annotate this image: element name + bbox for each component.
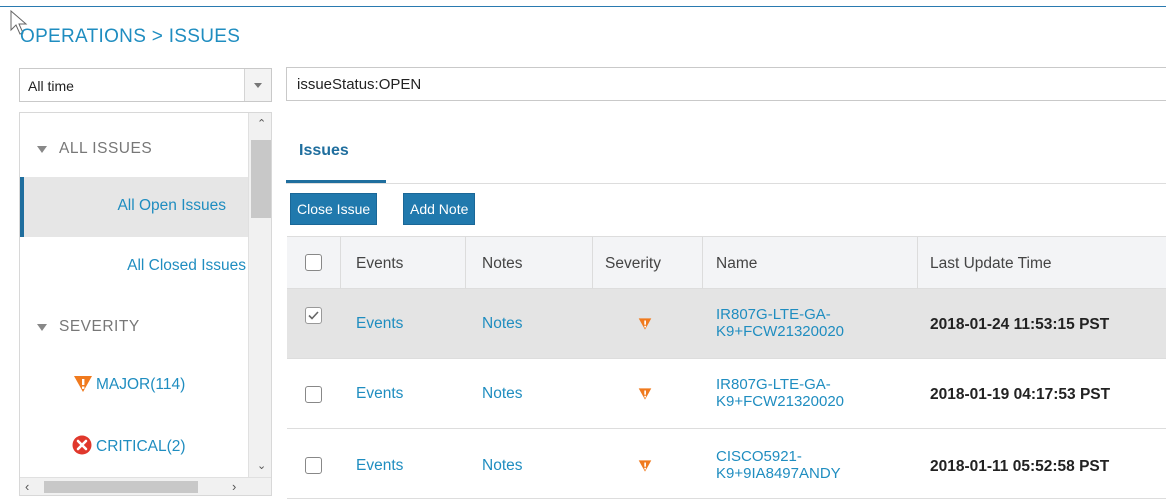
severity-group-toggle[interactable]: SEVERITY (20, 297, 248, 357)
time-range-dropdown-button[interactable] (244, 69, 271, 101)
column-separator (592, 237, 593, 290)
major-severity-icon (74, 376, 92, 392)
tab-divider (286, 183, 1166, 184)
events-link[interactable]: Events (356, 315, 403, 333)
top-border (0, 6, 1166, 7)
scroll-down-icon[interactable]: ⌄ (257, 459, 266, 472)
device-name-line2: K9+9IA8497ANDY (716, 465, 841, 482)
events-column-header[interactable]: Events (356, 255, 403, 273)
table-row[interactable]: Events Notes IR807G-LTE-GA- K9+FCW213200… (287, 359, 1166, 429)
vertical-scroll-thumb[interactable] (251, 140, 271, 218)
device-name-link[interactable]: IR807G-LTE-GA- K9+FCW21320020 (716, 376, 844, 410)
notes-link[interactable]: Notes (482, 457, 523, 475)
name-column-header[interactable]: Name (716, 255, 757, 273)
all-issues-heading: ALL ISSUES (59, 140, 153, 157)
events-link[interactable]: Events (356, 385, 403, 403)
last-update-time: 2018-01-24 11:53:15 PST (930, 316, 1110, 333)
severity-column-header[interactable]: Severity (605, 255, 661, 273)
device-name-line1: IR807G-LTE-GA- (716, 306, 831, 323)
sidebar-item-critical[interactable]: CRITICAL(2) (20, 419, 248, 479)
sidebar-item-all-open-issues[interactable]: All Open Issues (20, 177, 248, 237)
scroll-up-icon[interactable]: ⌃ (257, 117, 266, 130)
scroll-left-icon[interactable]: ‹ (25, 479, 29, 494)
breadcrumb: OPERATIONS > ISSUES (20, 26, 241, 47)
notes-link[interactable]: Notes (482, 385, 523, 403)
device-name-line1: IR807G-LTE-GA- (716, 376, 831, 393)
collapse-triangle-icon (37, 324, 47, 331)
critical-severity-icon (72, 435, 92, 455)
column-separator (465, 237, 466, 290)
horizontal-scroll-thumb[interactable] (44, 481, 198, 493)
critical-label: CRITICAL(2) (96, 438, 186, 455)
select-all-checkbox[interactable] (305, 254, 322, 271)
severity-heading: SEVERITY (59, 318, 140, 335)
column-separator (702, 237, 703, 290)
major-severity-icon (638, 460, 652, 472)
search-query-input[interactable]: issueStatus:OPEN (286, 67, 1166, 101)
all-open-issues-label: All Open Issues (117, 197, 226, 214)
major-label: MAJOR(114) (96, 376, 186, 393)
row-checkbox-checked[interactable] (305, 307, 322, 324)
all-issues-group-toggle[interactable]: ALL ISSUES (20, 119, 248, 179)
issues-sidebar: ALL ISSUES All Open Issues All Closed Is… (19, 112, 272, 496)
device-name-link[interactable]: CISCO5921- K9+9IA8497ANDY (716, 448, 841, 482)
table-row[interactable]: Events Notes CISCO5921- K9+9IA8497ANDY 2… (287, 429, 1166, 499)
column-separator (917, 237, 918, 290)
sidebar-item-all-closed-issues[interactable]: All Closed Issues (20, 237, 248, 297)
row-checkbox[interactable] (305, 386, 322, 403)
all-closed-issues-label: All Closed Issues (127, 257, 246, 274)
last-update-time: 2018-01-19 04:17:53 PST (930, 386, 1111, 403)
collapse-triangle-icon (37, 146, 47, 153)
time-range-select[interactable]: All time (19, 68, 272, 102)
notes-column-header[interactable]: Notes (482, 255, 523, 273)
table-header: Events Notes Severity Name Last Update T… (287, 236, 1166, 290)
tab-issues[interactable]: Issues (286, 130, 386, 184)
events-link[interactable]: Events (356, 457, 403, 475)
table-row[interactable]: Events Notes IR807G-LTE-GA- K9+FCW213200… (287, 289, 1166, 359)
scroll-right-icon[interactable]: › (232, 479, 236, 494)
device-name-line2: K9+FCW21320020 (716, 323, 844, 340)
last-update-column-header[interactable]: Last Update Time (930, 255, 1051, 273)
sidebar-vertical-scrollbar[interactable]: ⌃ ⌄ (248, 113, 271, 477)
device-name-link[interactable]: IR807G-LTE-GA- K9+FCW21320020 (716, 306, 844, 340)
major-severity-icon (638, 388, 652, 400)
row-checkbox[interactable] (305, 457, 322, 474)
add-note-button[interactable]: Add Note (403, 193, 476, 225)
time-range-value: All time (28, 78, 74, 94)
chevron-down-icon (254, 83, 262, 88)
sidebar-item-major[interactable]: MAJOR(114) (20, 357, 248, 417)
column-separator (340, 237, 341, 290)
device-name-line1: CISCO5921- (716, 448, 802, 465)
major-severity-icon (638, 318, 652, 330)
tab-issues-label: Issues (299, 142, 349, 159)
device-name-line2: K9+FCW21320020 (716, 393, 844, 410)
notes-link[interactable]: Notes (482, 315, 523, 333)
checkmark-icon (308, 311, 319, 320)
sidebar-horizontal-scrollbar[interactable]: ‹ › (20, 477, 271, 495)
close-issue-button[interactable]: Close Issue (290, 193, 378, 225)
search-query-value: issueStatus:OPEN (297, 76, 422, 93)
last-update-time: 2018-01-11 05:52:58 PST (930, 458, 1110, 475)
